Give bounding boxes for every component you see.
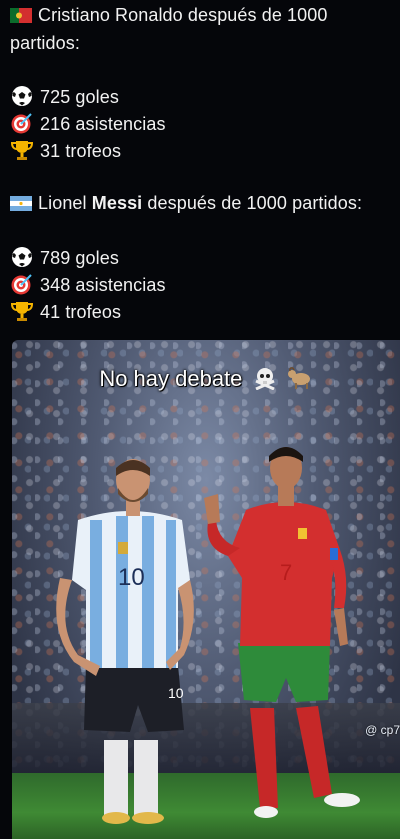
- soccer-ball-icon: [12, 86, 32, 106]
- messi-header-suffix: después de 1000 partidos:: [142, 193, 363, 213]
- ronaldo-trophies: 31 trofeos: [10, 139, 121, 162]
- ronaldo-assists-text: 216 asistencias: [40, 114, 166, 134]
- target-icon: [11, 274, 32, 295]
- trophy-icon: [10, 302, 34, 321]
- ronaldo-figure: 7: [204, 447, 360, 818]
- messi-trophies-text: 41 trofeos: [40, 302, 122, 322]
- messi-trophies: 41 trofeos: [10, 300, 121, 323]
- ronaldo-trophies-text: 31 trofeos: [40, 141, 122, 161]
- caption-text: No hay debate: [99, 366, 243, 391]
- portugal-flag-icon: [10, 8, 32, 23]
- watermark: @ cp7: [365, 723, 400, 737]
- ronaldo-header-line-2: partidos:: [10, 33, 80, 53]
- ronaldo-assists: 216 asistencias: [10, 112, 166, 135]
- ronaldo-header-line-1: Cristiano Ronaldo después de 1000: [10, 4, 328, 26]
- trophy-icon: [10, 141, 34, 160]
- messi-assists-text: 348 asistencias: [40, 275, 166, 295]
- messi-header-prefix: Lionel: [38, 193, 92, 213]
- photo-caption: No hay debate: [12, 366, 400, 392]
- jersey-number-right: 7: [280, 560, 292, 585]
- messi-goals-text: 789 goles: [40, 248, 119, 268]
- argentina-flag-icon: [10, 196, 32, 211]
- messi-header-name: Messi: [91, 193, 143, 213]
- messi-header: Lionel Messi después de 1000 partidos:: [10, 192, 362, 214]
- target-icon: [11, 113, 32, 134]
- jersey-number-left: 10: [118, 564, 145, 591]
- ronaldo-goals: 725 goles: [10, 85, 119, 108]
- messi-goals: 789 goles: [10, 246, 119, 269]
- post-text: Cristiano Ronaldo después de 1000 partid…: [0, 0, 400, 335]
- skull-crossbones-icon: [254, 368, 275, 390]
- comparison-photo[interactable]: No hay debate 10 10 7 @ cp7: [12, 340, 400, 839]
- soccer-ball-icon: [12, 247, 32, 267]
- ronaldo-goals-text: 725 goles: [40, 87, 119, 107]
- goat-icon: [287, 367, 310, 389]
- ronaldo-header-text-1: Cristiano Ronaldo después de 1000: [38, 5, 328, 25]
- messi-figure: 10 10: [56, 459, 194, 824]
- messi-assists: 348 asistencias: [10, 273, 166, 296]
- shorts-number: 10: [168, 685, 184, 701]
